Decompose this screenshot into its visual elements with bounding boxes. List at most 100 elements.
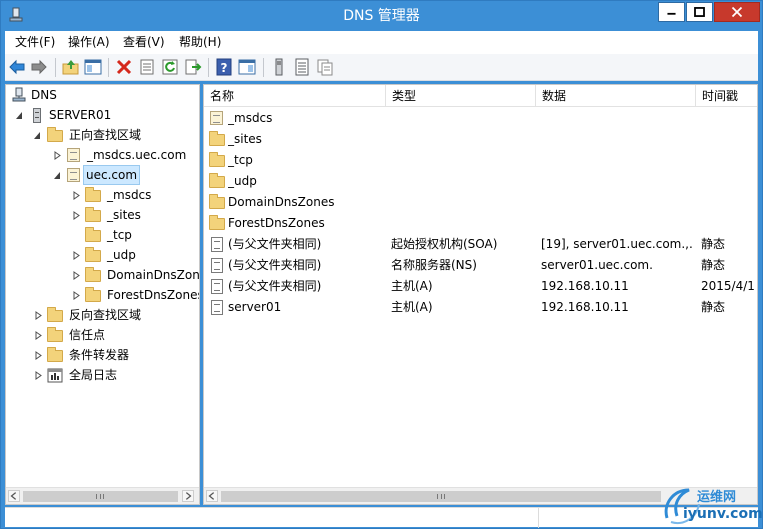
collapsed-triangle-icon[interactable] <box>34 371 42 380</box>
scrollbar-grip-icon <box>437 494 445 499</box>
up-folder-icon[interactable] <box>62 58 80 76</box>
tree-item-conditional-forwarders[interactable]: 条件转发器 <box>6 345 199 365</box>
tree-item-forward-lookup-zones[interactable]: 正向查找区域 <box>6 125 199 145</box>
expanded-triangle-icon[interactable] <box>15 111 23 120</box>
collapsed-triangle-icon[interactable] <box>72 211 80 220</box>
cell-name: DomainDnsZones <box>228 195 335 209</box>
scroll-left-icon[interactable] <box>8 490 20 502</box>
collapsed-triangle-icon[interactable] <box>34 351 42 360</box>
tree-item-global-logs[interactable]: 全局日志 <box>6 365 199 385</box>
show-hide-action-pane-icon[interactable] <box>238 58 256 76</box>
menu-file[interactable]: 文件(F) <box>11 31 59 54</box>
collapsed-triangle-icon[interactable] <box>72 191 80 200</box>
list-item[interactable]: _msdcs <box>204 108 757 129</box>
folder-icon <box>209 173 225 189</box>
scrollbar-thumb[interactable] <box>221 491 661 502</box>
scroll-left-icon[interactable] <box>206 490 218 502</box>
maximize-button[interactable] <box>686 2 713 22</box>
list-item[interactable]: (与父文件夹相同) 主机(A) 192.168.10.11 2015/4/1 <box>204 276 757 297</box>
properties-icon[interactable] <box>138 58 156 76</box>
server-icon[interactable] <box>270 58 288 76</box>
tree-item-msdcs[interactable]: _msdcs <box>6 185 199 205</box>
tree-item-reverse-lookup-zones[interactable]: 反向查找区域 <box>6 305 199 325</box>
menu-action[interactable]: 操作(A) <box>64 31 114 54</box>
expanded-triangle-icon[interactable] <box>53 171 61 180</box>
folder-icon <box>47 347 63 363</box>
cell-data: 192.168.10.11 <box>541 300 629 314</box>
svg-text:?: ? <box>221 61 228 75</box>
list-item[interactable]: (与父文件夹相同) 起始授权机构(SOA) [19], server01.uec… <box>204 234 757 255</box>
console-tree-pane[interactable]: DNS SERVER01 正向查找区域 _msdcs.uec.com uec.c… <box>5 84 200 505</box>
minimize-button[interactable] <box>658 2 685 22</box>
collapsed-triangle-icon[interactable] <box>72 291 80 300</box>
list-item[interactable]: ForestDnsZones <box>204 213 757 234</box>
tree-item-forest-dns-zones[interactable]: ForestDnsZones <box>6 285 200 305</box>
list-item[interactable]: _udp <box>204 171 757 192</box>
menu-help[interactable]: 帮助(H) <box>175 31 225 54</box>
folder-icon <box>209 131 225 147</box>
list-item[interactable]: DomainDnsZones <box>204 192 757 213</box>
tree-item-uec-com[interactable]: uec.com <box>6 165 199 185</box>
folder-icon <box>47 127 63 143</box>
scrollbar-thumb[interactable] <box>23 491 178 502</box>
cell-name: server01 <box>228 300 282 314</box>
forward-arrow-icon[interactable] <box>30 58 48 76</box>
folder-icon <box>209 152 225 168</box>
show-hide-console-tree-icon[interactable] <box>84 58 102 76</box>
back-arrow-icon[interactable] <box>8 58 26 76</box>
zone-icon <box>66 167 82 183</box>
collapsed-triangle-icon[interactable] <box>72 251 80 260</box>
collapsed-triangle-icon[interactable] <box>34 331 42 340</box>
collapsed-triangle-icon[interactable] <box>34 311 42 320</box>
tree-item-label: 反向查找区域 <box>69 308 142 322</box>
tree-item-label: _sites <box>107 208 141 222</box>
expanded-triangle-icon[interactable] <box>33 131 41 140</box>
column-header-data[interactable]: 数据 <box>536 85 696 107</box>
tree-item-tcp[interactable]: _tcp <box>6 225 199 245</box>
tree-item-trust-points[interactable]: 信任点 <box>6 325 199 345</box>
close-button[interactable] <box>714 2 760 22</box>
zone-list-icon[interactable] <box>293 58 311 76</box>
list-item[interactable]: _tcp <box>204 150 757 171</box>
folder-icon <box>85 187 101 203</box>
collapsed-triangle-icon[interactable] <box>72 271 80 280</box>
tree-item-label: 全局日志 <box>69 368 118 382</box>
tree-item-domain-dns-zones[interactable]: DomainDnsZones <box>6 265 199 285</box>
folder-icon <box>85 207 101 223</box>
export-list-icon[interactable] <box>184 58 202 76</box>
tree-item-dns[interactable]: DNS <box>6 85 199 105</box>
delete-icon[interactable] <box>115 58 133 76</box>
list-item[interactable]: (与父文件夹相同) 名称服务器(NS) server01.uec.com. 静态 <box>204 255 757 276</box>
tree-horizontal-scrollbar[interactable] <box>6 487 199 504</box>
scroll-right-icon[interactable] <box>182 490 194 502</box>
tree-item-msdcs-uec-com[interactable]: _msdcs.uec.com <box>6 145 199 165</box>
cell-timestamp: 静态 <box>701 300 726 314</box>
tree-item-udp[interactable]: _udp <box>6 245 199 265</box>
cell-timestamp: 2015/4/1 <box>701 279 755 293</box>
menu-view[interactable]: 查看(V) <box>119 31 169 54</box>
dns-manager-window: DNS 管理器 文件(F) 操作(A) 查看(V) 帮助(H) ? DNS SE… <box>0 0 763 529</box>
records-list-pane[interactable]: 名称 类型 数据 时间戳 _msdcs _sites _tcp _udp Dom… <box>203 84 758 505</box>
tree-item-label: ForestDnsZones <box>107 288 200 302</box>
tree-item-sites[interactable]: _sites <box>6 205 199 225</box>
tree-item-label: 条件转发器 <box>69 348 130 362</box>
cell-data: server01.uec.com. <box>541 258 653 272</box>
refresh-icon[interactable] <box>161 58 179 76</box>
list-item[interactable]: _sites <box>204 129 757 150</box>
collapsed-triangle-icon[interactable] <box>53 151 61 160</box>
tree-item-label: uec.com <box>83 165 141 185</box>
title-bar[interactable]: DNS 管理器 <box>1 1 762 31</box>
tree-item-label: 信任点 <box>69 328 106 342</box>
column-header-name[interactable]: 名称 <box>204 85 386 107</box>
column-header-type[interactable]: 类型 <box>386 85 536 107</box>
cell-type: 主机(A) <box>391 300 433 314</box>
folder-icon <box>47 327 63 343</box>
copy-record-icon[interactable] <box>316 58 334 76</box>
list-item[interactable]: server01 主机(A) 192.168.10.11 静态 <box>204 297 757 318</box>
column-header-timestamp[interactable]: 时间戳 <box>696 85 757 107</box>
toolbar-separator <box>263 58 264 77</box>
cell-name: _sites <box>228 132 262 146</box>
cell-name: (与父文件夹相同) <box>228 279 322 293</box>
tree-item-server01[interactable]: SERVER01 <box>6 105 199 125</box>
help-icon[interactable]: ? <box>215 58 233 76</box>
